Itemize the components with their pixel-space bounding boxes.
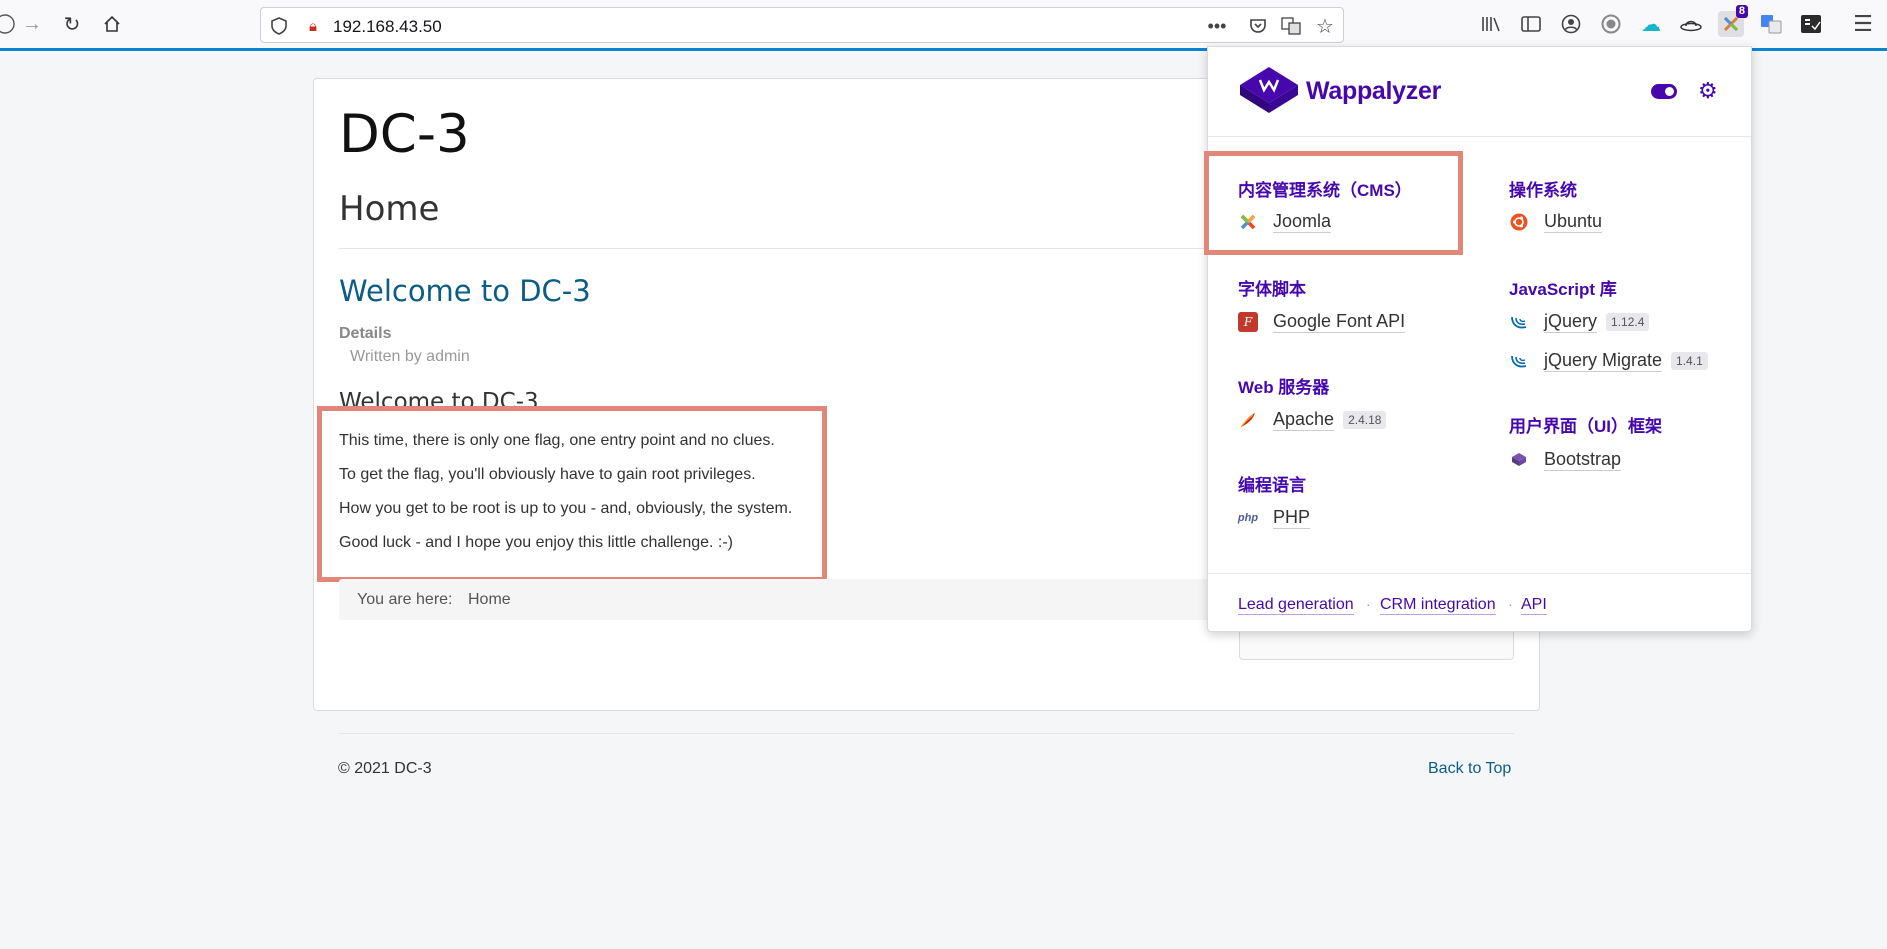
category-operating-systems[interactable]: 操作系统 [1509, 176, 1577, 201]
shield-icon[interactable] [269, 16, 289, 36]
tech-count-badge: 8 [1735, 5, 1748, 18]
tech-name: Google Font API [1273, 311, 1406, 333]
record-extension-icon[interactable] [1598, 11, 1624, 37]
hat-extension-icon[interactable] [1678, 11, 1704, 37]
bootstrap-icon [1509, 450, 1529, 470]
google-font-icon: F [1238, 312, 1258, 332]
tech-apache[interactable]: Apache 2.4.18 [1238, 409, 1387, 431]
category-web-servers[interactable]: Web 服务器 [1238, 373, 1329, 398]
tech-ubuntu[interactable]: Ubuntu [1509, 211, 1603, 233]
page-actions-icon[interactable]: ••• [1207, 16, 1227, 36]
tech-name: jQuery [1544, 311, 1598, 333]
url-text[interactable]: 192.168.43.50 [333, 17, 442, 37]
article-title-link[interactable]: Welcome to DC-3 [339, 274, 591, 308]
reload-icon[interactable]: ↻ [59, 11, 85, 37]
crm-integration-link[interactable]: CRM integration [1380, 596, 1496, 615]
wappalyzer-brand: Wappalyzer [1306, 77, 1442, 105]
author-text: Written by admin [350, 348, 470, 365]
api-link[interactable]: API [1521, 596, 1547, 615]
tech-name: Bootstrap [1544, 449, 1622, 471]
library-icon[interactable] [1478, 11, 1504, 37]
wappalyzer-header: Wappalyzer ⚙ [1208, 47, 1751, 137]
tech-name: jQuery Migrate [1544, 350, 1663, 372]
pocket-icon[interactable] [1248, 16, 1268, 36]
breadcrumb-label: You are here: [357, 591, 453, 608]
annotation-highlight-box [1204, 151, 1463, 255]
version-badge: 2.4.18 [1343, 411, 1387, 429]
forward-icon[interactable]: → [19, 11, 45, 37]
tech-jquery-migrate[interactable]: jQuery Migrate 1.4.1 [1509, 350, 1708, 372]
tech-name: Apache [1273, 409, 1335, 431]
page-heading: Home [339, 189, 440, 229]
tech-google-font-api[interactable]: F Google Font API [1238, 311, 1406, 333]
jquery-migrate-icon [1509, 351, 1529, 371]
selenium-icon[interactable] [1798, 11, 1824, 37]
annotation-highlight-box [317, 406, 827, 582]
category-programming-languages[interactable]: 编程语言 [1238, 471, 1306, 496]
category-javascript-libraries[interactable]: JavaScript 库 [1509, 275, 1617, 300]
separator-dot: · [1508, 596, 1513, 612]
account-icon[interactable] [1558, 11, 1584, 37]
url-bar[interactable]: 🔒︎ 192.168.43.50 ••• ☆ [260, 7, 1344, 43]
ubuntu-icon [1509, 212, 1529, 232]
category-ui-frameworks[interactable]: 用户界面（UI）框架 [1509, 412, 1662, 437]
translate-icon[interactable] [1281, 16, 1301, 36]
sidebar-icon[interactable] [1518, 11, 1544, 37]
jquery-icon [1509, 312, 1529, 332]
insecure-lock-icon[interactable]: 🔒︎ [303, 16, 323, 36]
details-label: Details [339, 325, 392, 342]
wappalyzer-footer: Lead generation · CRM integration · API [1208, 573, 1751, 632]
version-badge: 1.4.1 [1671, 352, 1708, 370]
copyright-text: © 2021 DC-3 [338, 760, 432, 777]
home-icon[interactable] [99, 11, 125, 37]
cloud-extension-icon[interactable]: ☁ [1638, 11, 1664, 37]
tech-jquery[interactable]: jQuery 1.12.4 [1509, 311, 1650, 333]
back-icon[interactable] [0, 11, 18, 37]
google-translate-icon[interactable] [1758, 11, 1784, 37]
site-title[interactable]: DC-3 [339, 104, 470, 165]
lead-generation-link[interactable]: Lead generation [1238, 596, 1354, 615]
browser-toolbar: → ↻ 🔒︎ 192.168.43.50 ••• ☆ ☁ 8 ☰ [0, 0, 1887, 51]
tech-php[interactable]: php PHP [1237, 507, 1311, 529]
wappalyzer-popup: Wappalyzer ⚙ 内容管理系统（CMS） Joomla 字体脚本 F G… [1207, 46, 1752, 632]
menu-icon[interactable]: ☰ [1850, 11, 1876, 37]
enable-toggle[interactable] [1651, 84, 1677, 99]
tech-name: PHP [1273, 507, 1311, 529]
bookmark-star-icon[interactable]: ☆ [1315, 16, 1335, 38]
version-badge: 1.12.4 [1606, 313, 1650, 331]
php-icon: php [1237, 512, 1259, 524]
wappalyzer-extension-icon[interactable]: 8 [1718, 5, 1748, 37]
divider [339, 248, 1209, 249]
separator-dot: · [1366, 596, 1371, 612]
settings-gear-icon[interactable]: ⚙ [1698, 78, 1718, 104]
tech-bootstrap[interactable]: Bootstrap [1509, 449, 1622, 471]
wappalyzer-logo-icon [1238, 65, 1300, 122]
breadcrumb-home: Home [468, 591, 511, 608]
category-font-scripts[interactable]: 字体脚本 [1238, 275, 1306, 300]
apache-feather-icon [1238, 410, 1258, 430]
breadcrumb: You are here: Home [339, 579, 1209, 620]
tech-name: Ubuntu [1544, 211, 1603, 233]
back-to-top-link[interactable]: Back to Top [1428, 760, 1511, 778]
footer-divider [339, 733, 1514, 734]
